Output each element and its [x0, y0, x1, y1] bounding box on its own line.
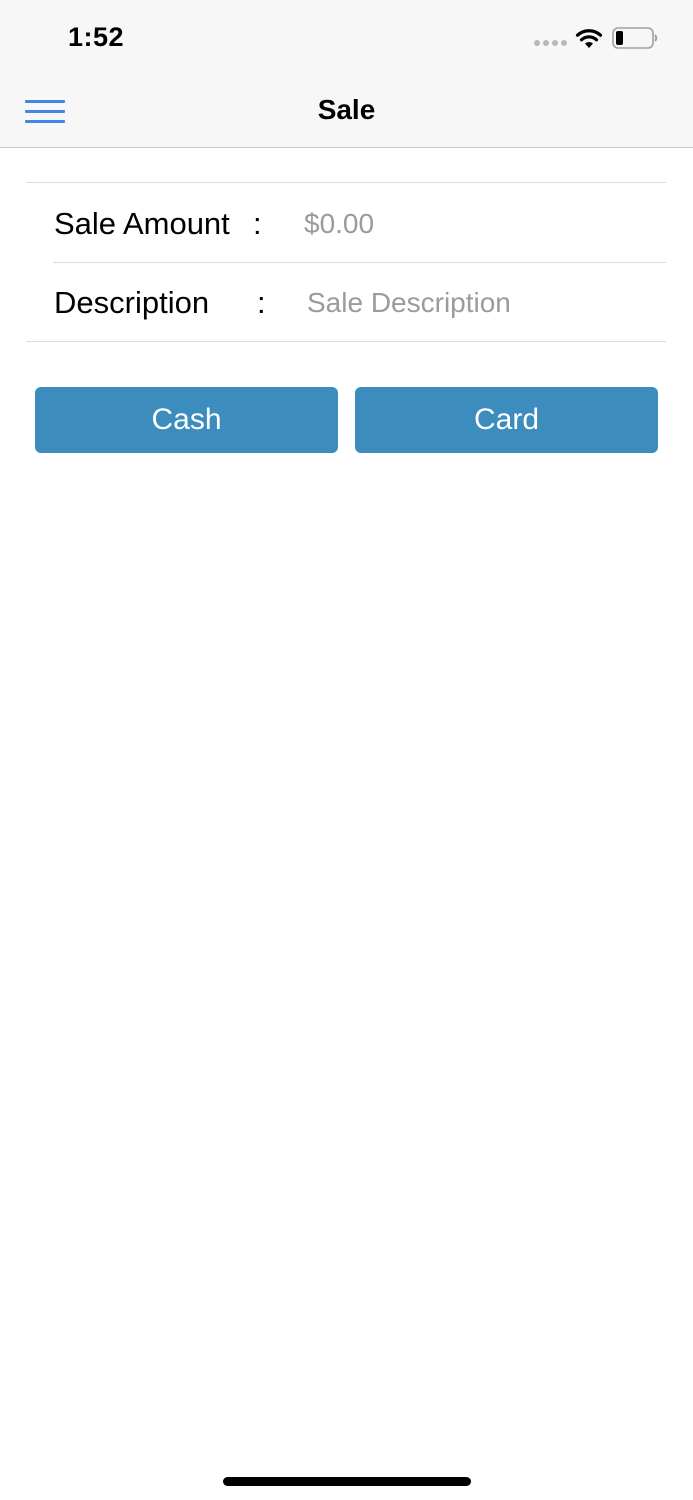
description-separator: : — [257, 285, 266, 320]
sale-amount-label: Sale Amount — [54, 206, 230, 241]
description-input[interactable] — [307, 283, 647, 323]
divider — [26, 182, 666, 183]
wifi-icon — [575, 29, 603, 48]
description-label: Description — [54, 285, 210, 320]
battery-icon — [612, 27, 658, 49]
navigation-bar: Sale — [0, 78, 693, 148]
card-button[interactable]: Card — [355, 387, 658, 453]
sale-amount-input[interactable] — [304, 204, 644, 244]
home-indicator[interactable] — [223, 1477, 471, 1486]
sale-amount-separator: : — [253, 206, 262, 241]
cellular-signal-icon — [534, 40, 568, 48]
divider — [26, 341, 666, 342]
divider — [53, 262, 666, 263]
cash-button[interactable]: Cash — [35, 387, 338, 453]
page-title: Sale — [317, 94, 376, 125]
status-time: 1:52 — [68, 22, 125, 52]
status-bar: 1:52 — [0, 0, 693, 78]
